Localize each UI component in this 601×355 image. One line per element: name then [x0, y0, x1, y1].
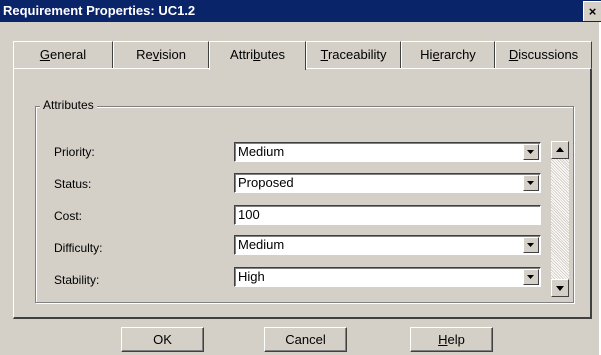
stability-value: High	[238, 269, 265, 284]
priority-select[interactable]: Medium	[234, 142, 541, 162]
ok-button[interactable]: OK	[121, 327, 204, 352]
difficulty-select[interactable]: Medium	[234, 235, 541, 255]
difficulty-label: Difficulty:	[54, 241, 103, 255]
help-button-label: Help	[438, 332, 465, 347]
tab-attributes[interactable]: Attributes	[209, 41, 306, 70]
tab-discussions[interactable]: Discussions	[495, 41, 592, 69]
tab-general[interactable]: General	[13, 41, 113, 69]
mnemonic-letter: v	[152, 47, 160, 62]
mnemonic-letter: D	[508, 47, 519, 62]
mnemonic-letter: T	[320, 47, 328, 62]
chevron-down-icon[interactable]	[523, 175, 539, 191]
dialog-window: Requirement Properties: UC1.2 × General …	[0, 0, 601, 355]
tab-label: Discussions	[508, 47, 579, 62]
chevron-down-icon[interactable]	[523, 144, 539, 160]
tab-traceability[interactable]: Traceability	[306, 41, 401, 69]
tab-label: Hierarchy	[420, 47, 476, 62]
tab-hierarchy[interactable]: Hierarchy	[401, 41, 495, 69]
status-value: Proposed	[238, 175, 294, 190]
tab-label: Attributes	[230, 47, 285, 62]
status-label: Status:	[54, 177, 92, 191]
title-bar[interactable]: Requirement Properties: UC1.2 ×	[0, 0, 601, 22]
chevron-down-icon[interactable]	[523, 237, 539, 253]
vertical-scrollbar[interactable]	[551, 141, 569, 297]
tab-label: General	[39, 47, 87, 62]
help-button[interactable]: Help	[410, 327, 493, 352]
cost-label: Cost:	[54, 209, 83, 223]
mnemonic-letter: b	[253, 47, 261, 62]
arrow-up-icon[interactable]	[551, 141, 569, 159]
stability-label: Stability:	[54, 273, 100, 287]
cancel-button[interactable]: Cancel	[264, 327, 347, 352]
tab-revision[interactable]: Revision	[113, 41, 209, 69]
tab-label: Traceability	[320, 47, 387, 62]
stability-select[interactable]: High	[234, 267, 541, 287]
difficulty-value: Medium	[238, 237, 285, 252]
cost-field[interactable]: 100	[234, 205, 541, 225]
tab-label: Revision	[136, 47, 186, 62]
chevron-down-icon[interactable]	[523, 269, 539, 285]
priority-label: Priority:	[54, 145, 95, 159]
mnemonic-letter: e	[432, 47, 440, 62]
group-box-legend: Attributes	[40, 98, 97, 112]
mnemonic-letter: H	[438, 332, 448, 347]
priority-value: Medium	[238, 144, 285, 159]
window-title: Requirement Properties: UC1.2	[3, 3, 196, 18]
attributes-tab-panel: Attributes Priority: Medium Status: Prop…	[13, 68, 592, 319]
status-select[interactable]: Proposed	[234, 173, 541, 193]
close-icon[interactable]: ×	[583, 1, 601, 21]
arrow-down-icon[interactable]	[551, 279, 569, 297]
mnemonic-letter: G	[39, 47, 50, 62]
cost-value: 100	[238, 207, 260, 222]
